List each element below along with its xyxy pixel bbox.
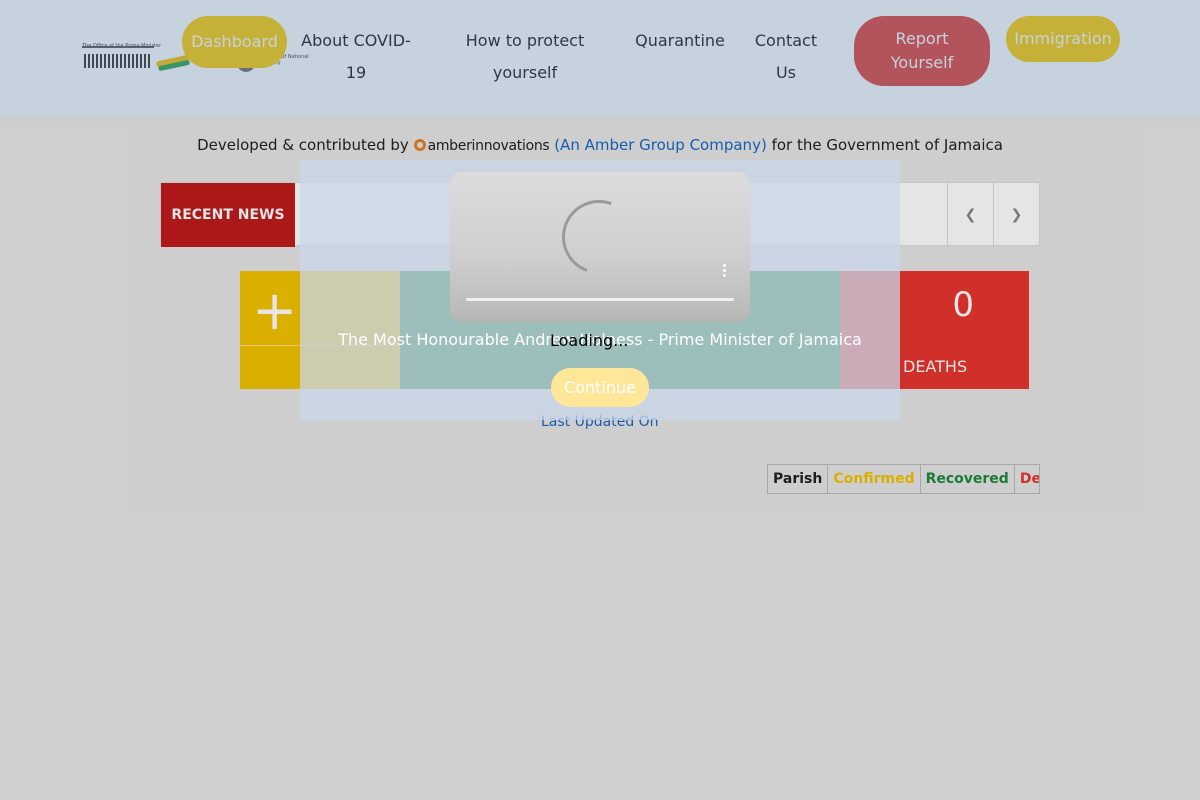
loading-text: Loading... (550, 331, 629, 350)
video-progress-bar[interactable] (466, 298, 734, 301)
continue-button[interactable]: Continue (551, 368, 649, 407)
loading-spinner-icon (549, 187, 649, 287)
more-options-icon[interactable] (722, 264, 728, 282)
video-player[interactable] (450, 172, 750, 322)
video-modal: The Most Honourable Andrew Holness - Pri… (300, 160, 900, 420)
